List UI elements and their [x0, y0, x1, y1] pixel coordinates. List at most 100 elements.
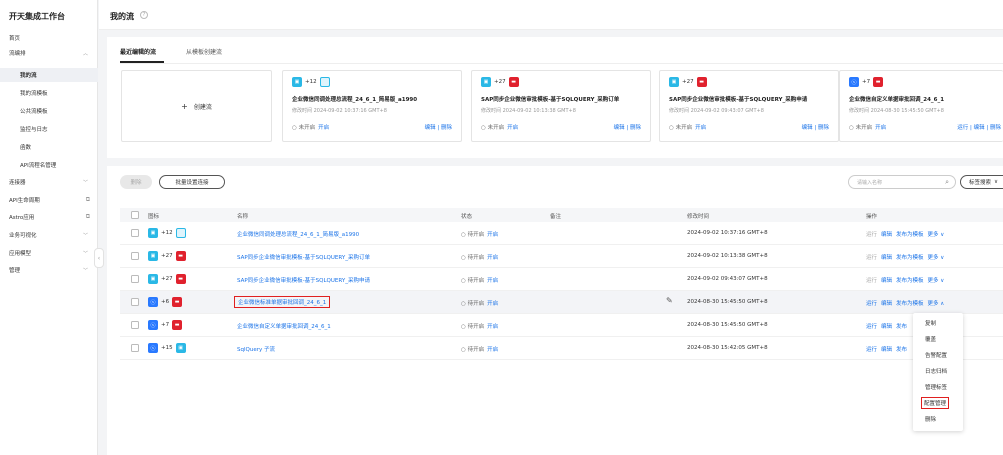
- enable-link[interactable]: 开启: [875, 125, 886, 131]
- table-row[interactable]: ▣ +27 ▬ SAP同步企业微信审批模板-基于SQLQUERY_采购订单 ○ 待开…: [120, 245, 1003, 268]
- flow-card[interactable]: ▣ +12 企业微信同调处理总流程_24_6_1_简易版_a1990 修改时间 …: [282, 70, 462, 142]
- edit-link[interactable]: 编辑: [881, 324, 892, 330]
- publish-template-link[interactable]: 发布: [896, 347, 907, 353]
- sidebar-item-monitor-logs[interactable]: 监控与日志: [0, 122, 98, 136]
- table-row[interactable]: ▣ +12 企业微信同调处理总流程_24_6_1_简易版_a1990 ○ 待开启开…: [120, 222, 1003, 245]
- row-checkbox[interactable]: [131, 229, 139, 237]
- card-icons: ▣ +27 ▬: [669, 77, 707, 87]
- enable-link[interactable]: 开启: [487, 347, 498, 353]
- card-status: ○ 未开启 开启: [669, 125, 707, 131]
- flow-card[interactable]: ▣ +27 ▬ SAP同步企业微信审批模板-基于SQLQUERY_采购订单 修改…: [471, 70, 651, 142]
- menu-item-log-archive[interactable]: 日志归档: [913, 364, 963, 378]
- run-link[interactable]: 运行: [866, 324, 877, 330]
- publish-template-link[interactable]: 发布: [896, 324, 907, 330]
- pencil-icon[interactable]: ✎: [666, 296, 673, 305]
- edit-link[interactable]: 编辑: [881, 278, 892, 284]
- row-ops: 运行 编辑 发布: [866, 345, 907, 353]
- row-checkbox[interactable]: [131, 344, 139, 352]
- enable-link[interactable]: 开启: [318, 125, 329, 131]
- run-link[interactable]: 运行: [866, 232, 877, 238]
- more-menu-link[interactable]: 更多 ∨: [928, 255, 945, 261]
- menu-item-overwrite[interactable]: 覆盖: [913, 332, 963, 346]
- enable-link[interactable]: 开启: [487, 301, 498, 307]
- sidebar-item-home[interactable]: 首页: [0, 31, 98, 45]
- tab-create-from-template[interactable]: 从模板创建流: [186, 47, 222, 56]
- flow-name-link[interactable]: SqlQuery 子流: [237, 345, 275, 353]
- card-actions[interactable]: 运行 | 编辑 | 删除: [957, 123, 1001, 131]
- row-checkbox[interactable]: [131, 252, 139, 260]
- flow-name-link[interactable]: SAP同步企业微信审批模板-基于SQLQUERY_采购订单: [237, 253, 370, 261]
- card-actions[interactable]: 编辑 | 删除: [802, 123, 829, 131]
- menu-item-copy[interactable]: 复制: [913, 316, 963, 330]
- flow-name-link[interactable]: 企业微信同调处理总流程_24_6_1_简易版_a1990: [237, 230, 359, 238]
- question-circle-icon[interactable]: ?: [140, 11, 148, 19]
- sidebar-item-public-flow-templates[interactable]: 公共流模板: [0, 104, 98, 118]
- publish-template-link[interactable]: 发布为模板: [896, 232, 924, 238]
- enable-link[interactable]: 开启: [487, 255, 498, 261]
- sidebar-item-my-flows[interactable]: 我的流: [0, 68, 98, 82]
- flow-name-link[interactable]: 企业微信标准单据审批回调_24_6_1: [234, 296, 331, 308]
- menu-item-alarm-config[interactable]: 告警配置: [913, 348, 963, 362]
- more-menu-link[interactable]: 更多 ∨: [928, 278, 945, 284]
- run-link[interactable]: 运行: [866, 255, 877, 261]
- table-row[interactable]: ⓢ +15 ▣ SqlQuery 子流 ○ 待开启 开启 2024-08-30 15:…: [120, 337, 1003, 360]
- run-link[interactable]: 运行: [866, 278, 877, 284]
- run-link[interactable]: 运行: [866, 347, 877, 353]
- enable-link[interactable]: 开启: [695, 125, 706, 131]
- table-row[interactable]: ▣ +27 ▬ SAP同步企业微信审批模板-基于SQLQUERY_采购申请 ○ 待开…: [120, 268, 1003, 291]
- enable-link[interactable]: 开启: [487, 232, 498, 238]
- table-row[interactable]: ⓢ +6 ▬ 企业微信标准单据审批回调_24_6_1 ○ 待开启 开启 ✎ 2024-…: [120, 291, 1003, 314]
- table-row[interactable]: ⓢ +7 ▬ 企业微信自定义单据审批回调_24_6_1 ○ 待开启 开启 2024-0…: [120, 314, 1003, 337]
- tag-search-select[interactable]: 标签搜索 ∨: [960, 175, 1003, 189]
- publish-template-link[interactable]: 发布为模板: [896, 278, 924, 284]
- menu-item-config-manage[interactable]: 配置管理: [913, 396, 963, 410]
- edit-link[interactable]: 编辑: [881, 255, 892, 261]
- flow-card[interactable]: ▣ +27 ▬ SAP同步企业微信审批模板-基于SQLQUERY_采购申请 修改…: [659, 70, 839, 142]
- row-checkbox[interactable]: [131, 275, 139, 283]
- menu-item-delete[interactable]: 删除: [913, 412, 963, 426]
- search-input[interactable]: 请输入名称 ⌕: [848, 175, 956, 189]
- more-menu-link[interactable]: 更多 ∨: [928, 232, 945, 238]
- enable-link[interactable]: 开启: [487, 324, 498, 330]
- sidebar-item-functions[interactable]: 函数: [0, 140, 98, 154]
- batch-connection-button[interactable]: 批量设置连接: [159, 175, 225, 189]
- card-actions[interactable]: 编辑 | 删除: [614, 123, 641, 131]
- sidebar-item-app-model[interactable]: 应用模型 ﹀: [0, 246, 98, 260]
- more-menu-link[interactable]: 更多 ∧: [928, 301, 945, 307]
- flow-card[interactable]: ⓢ +7 ▬ 企业微信自定义单据审批回调_24_6_1 修改时间 2024-08…: [839, 70, 1003, 142]
- sidebar-item-astro-app[interactable]: Astro应用 ⧉: [0, 210, 98, 224]
- row-checkbox[interactable]: [131, 321, 139, 329]
- delete-button[interactable]: 删除: [120, 175, 152, 189]
- flow-name-link[interactable]: 企业微信自定义单据审批回调_24_6_1: [237, 322, 331, 330]
- row-status: ○ 待开启 开启: [461, 255, 499, 261]
- select-all-checkbox[interactable]: [131, 211, 139, 219]
- sidebar-item-my-flow-templates[interactable]: 我的流模板: [0, 86, 98, 100]
- chevron-down-icon: ∨: [994, 179, 999, 185]
- edit-link[interactable]: 编辑: [881, 347, 892, 353]
- flow-name-link[interactable]: SAP同步企业微信审批模板-基于SQLQUERY_采购申请: [237, 276, 370, 284]
- edit-link[interactable]: 编辑: [881, 301, 892, 307]
- tag-search-label: 标签搜索: [969, 180, 992, 186]
- publish-template-link[interactable]: 发布为模板: [896, 255, 924, 261]
- sidebar-item-flow-orchestration[interactable]: 流编排 ︿: [0, 46, 98, 60]
- sidebar-item-api-lifecycle[interactable]: API生命周期 ⧉: [0, 193, 98, 207]
- chevron-down-icon: ﹀: [82, 267, 88, 274]
- sidebar-item-api-flow-names[interactable]: API流程名管理: [0, 158, 98, 172]
- publish-template-link[interactable]: 发布为模板: [896, 301, 924, 307]
- search-icon[interactable]: ⌕: [945, 178, 949, 187]
- row-checkbox[interactable]: [131, 298, 139, 306]
- menu-item-manage-tags[interactable]: 管理标签: [913, 380, 963, 394]
- enable-link[interactable]: 开启: [507, 125, 518, 131]
- chevron-down-icon: ﹀: [82, 179, 88, 186]
- connector-icon: ▬: [873, 77, 884, 87]
- card-actions[interactable]: 编辑 | 删除: [425, 123, 452, 131]
- create-flow-card[interactable]: + 创建流: [121, 70, 272, 142]
- sidebar-item-manage[interactable]: 管理 ﹀: [0, 263, 98, 277]
- enable-link[interactable]: 开启: [487, 278, 498, 284]
- tab-recent-flows[interactable]: 最近编辑的流: [120, 47, 156, 56]
- sidebar-collapse-handle[interactable]: ‹: [94, 248, 104, 268]
- sidebar-item-business-viz[interactable]: 业务可视化 ﹀: [0, 228, 98, 242]
- edit-link[interactable]: 编辑: [881, 232, 892, 238]
- run-link[interactable]: 运行: [866, 301, 877, 307]
- sidebar-item-connectors[interactable]: 连接器 ﹀: [0, 175, 98, 189]
